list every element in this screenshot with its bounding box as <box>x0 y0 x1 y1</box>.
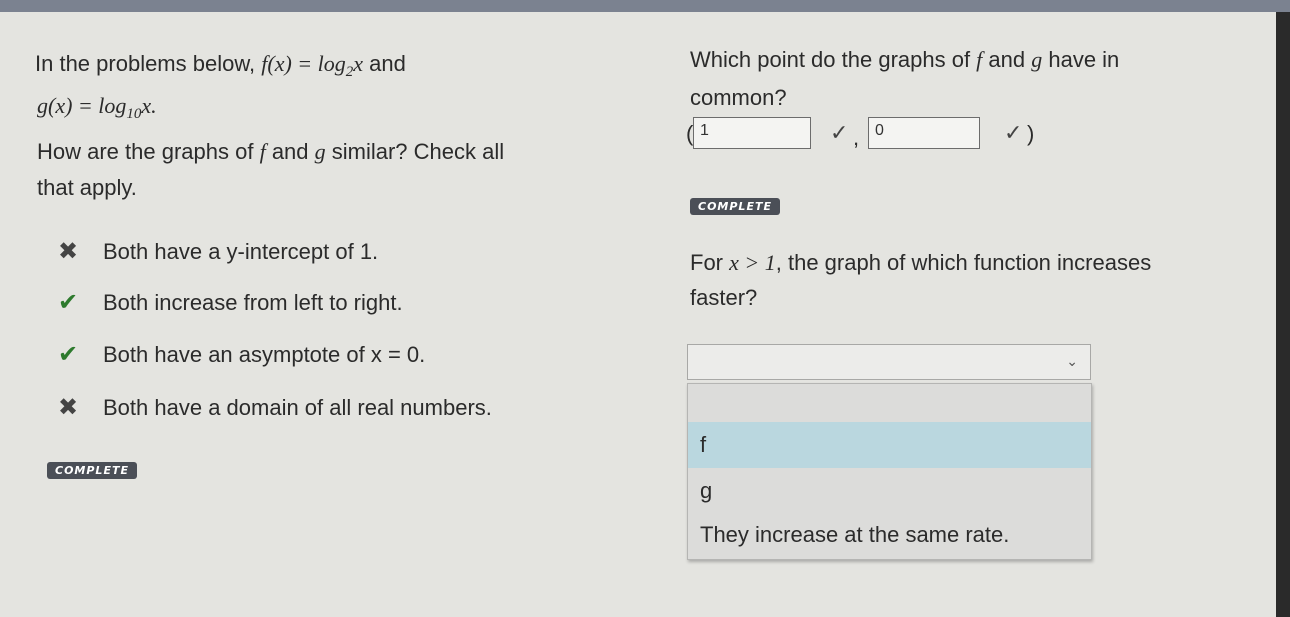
complete-badge: COMPLETE <box>690 198 780 215</box>
intro-and: and <box>363 51 406 76</box>
intro-g-expression: g(x) = log10x. <box>37 93 157 122</box>
y-coordinate-input[interactable]: 0 <box>868 117 980 149</box>
close-paren: ) <box>1027 121 1035 146</box>
answer-dropdown[interactable]: ⌄ <box>687 344 1091 380</box>
question-increase-faster-line2: faster? <box>690 285 758 310</box>
question-similar: How are the graphs of f and g similar? C… <box>37 139 505 164</box>
dropdown-menu: f g They increase at the same rate. <box>687 383 1092 560</box>
intro-text: In the problems below, f(x) = log2x and <box>35 50 406 86</box>
dropdown-option-f[interactable]: f <box>688 422 1091 468</box>
correct-check-icon: ✔ <box>58 289 79 316</box>
question-common-point-line2: common? <box>690 85 787 110</box>
question-similar-line2: that apply. <box>37 175 137 200</box>
check-icon: ✓ <box>1004 120 1023 145</box>
dropdown-option-same-rate[interactable]: They increase at the same rate. <box>688 512 1091 558</box>
intro-f-expression: f(x) = log2x <box>261 51 364 80</box>
chevron-down-icon[interactable]: ⌄ <box>1066 353 1078 370</box>
x-coordinate-input[interactable]: 1 <box>693 117 811 149</box>
incorrect-x-icon: ✖ <box>58 238 79 265</box>
dropdown-option-g[interactable]: g <box>688 468 1091 514</box>
option-y-intercept[interactable]: Both have a y-intercept of 1. <box>103 238 378 266</box>
option-domain[interactable]: Both have a domain of all real numbers. <box>103 394 492 422</box>
question-common-point: Which point do the graphs of f and g hav… <box>690 47 1120 72</box>
window-top-bar <box>0 0 1290 12</box>
intro-prefix: In the problems below, <box>35 51 262 76</box>
check-icon: ✓ <box>830 120 849 145</box>
question-increase-faster: For x > 1, the graph of which function i… <box>690 250 1152 275</box>
page-right-edge <box>1276 12 1290 617</box>
incorrect-x-icon: ✖ <box>58 394 79 421</box>
complete-badge: COMPLETE <box>47 462 137 479</box>
option-asymptote[interactable]: Both have an asymptote of x = 0. <box>103 341 425 369</box>
comma: , <box>853 125 860 150</box>
correct-check-icon: ✔ <box>58 341 79 368</box>
option-increase[interactable]: Both increase from left to right. <box>103 289 403 317</box>
